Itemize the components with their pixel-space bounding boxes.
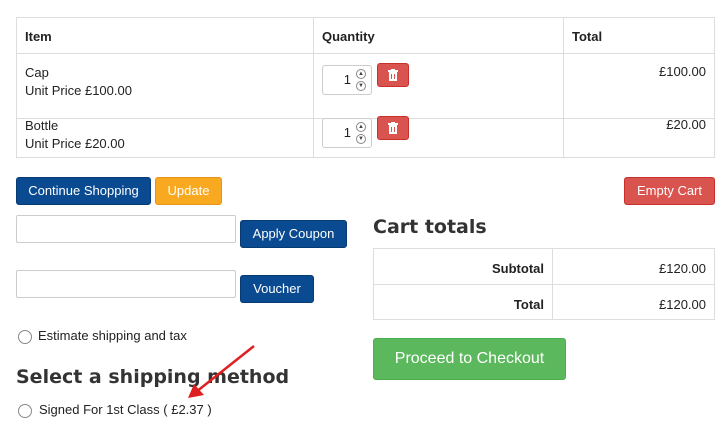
- header-item: Item: [25, 29, 52, 44]
- subtotal-label: Subtotal: [492, 261, 544, 276]
- table-row: Cap Unit Price £100.00 1 ▲ ▼ £100.00: [17, 53, 714, 119]
- total-row: Total £120.00: [374, 284, 714, 320]
- header-quantity: Quantity: [322, 29, 375, 44]
- total-label: Total: [513, 297, 544, 312]
- continue-shopping-button[interactable]: Continue Shopping: [16, 177, 151, 205]
- coupon-input[interactable]: [16, 215, 236, 243]
- item-total: £20.00: [666, 117, 706, 132]
- estimate-shipping-radio[interactable]: [18, 330, 32, 344]
- quantity-stepper[interactable]: 1 ▲ ▼: [322, 65, 372, 95]
- estimate-shipping-label: Estimate shipping and tax: [38, 328, 187, 343]
- subtotal-row: Subtotal £120.00: [374, 249, 714, 284]
- quantity-stepper[interactable]: 1 ▲ ▼: [322, 118, 372, 148]
- item-name: Bottle: [25, 118, 59, 133]
- update-button[interactable]: Update: [155, 177, 222, 205]
- trash-icon: [388, 69, 398, 81]
- red-arrow-icon: [188, 345, 255, 398]
- item-unit-price: Unit Price £20.00: [25, 136, 125, 151]
- remove-item-button[interactable]: [377, 63, 409, 87]
- item-name: Cap: [25, 65, 49, 80]
- trash-icon: [388, 122, 398, 134]
- apply-coupon-button[interactable]: Apply Coupon: [240, 220, 347, 248]
- header-total: Total: [572, 29, 603, 44]
- shipping-option-radio[interactable]: [18, 404, 32, 418]
- increment-icon[interactable]: ▲: [356, 69, 366, 79]
- cart-totals-heading: Cart totals: [373, 216, 487, 238]
- empty-cart-button[interactable]: Empty Cart: [624, 177, 715, 205]
- table-header: Item Quantity Total: [17, 18, 714, 53]
- voucher-button[interactable]: Voucher: [240, 275, 314, 303]
- item-unit-price: Unit Price £100.00: [25, 83, 132, 98]
- voucher-input[interactable]: [16, 270, 236, 298]
- item-total: £100.00: [659, 64, 706, 79]
- table-row: Bottle Unit Price £20.00 1 ▲ ▼ £20.00: [17, 116, 714, 159]
- total-value: £120.00: [659, 297, 706, 312]
- decrement-icon[interactable]: ▼: [356, 81, 366, 91]
- cart-table: Item Quantity Total Cap Unit Price £100.…: [16, 17, 715, 158]
- quantity-value: 1: [343, 72, 351, 87]
- decrement-icon[interactable]: ▼: [356, 134, 366, 144]
- quantity-value: 1: [343, 125, 351, 140]
- increment-icon[interactable]: ▲: [356, 122, 366, 132]
- subtotal-value: £120.00: [659, 261, 706, 276]
- totals-table: Subtotal £120.00 Total £120.00: [373, 248, 715, 320]
- proceed-to-checkout-button[interactable]: Proceed to Checkout: [373, 338, 566, 380]
- remove-item-button[interactable]: [377, 116, 409, 140]
